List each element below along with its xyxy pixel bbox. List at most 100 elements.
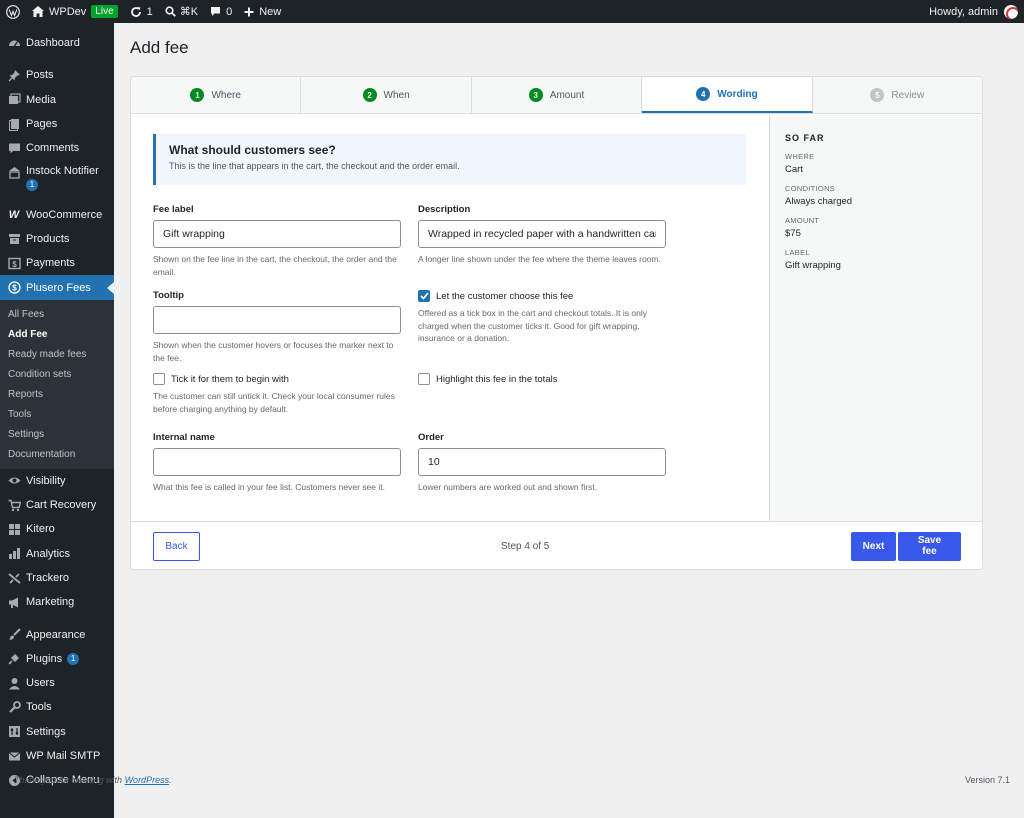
highlight-checkbox[interactable] bbox=[418, 373, 430, 385]
step-notice: What should customers see? This is the l… bbox=[153, 134, 746, 185]
step-number: 4 bbox=[696, 87, 711, 101]
menu-item-trackero[interactable]: Trackero bbox=[0, 566, 114, 590]
tick-default-field: Tick it for them to begin with The custo… bbox=[153, 373, 401, 415]
new-content-menu[interactable]: New bbox=[238, 0, 287, 23]
submenu-tools[interactable]: Tools bbox=[0, 405, 114, 425]
menu-item-payments[interactable]: $ Payments bbox=[0, 251, 114, 275]
highlight-label: Highlight this fee in the totals bbox=[436, 373, 558, 385]
media-icon bbox=[7, 93, 21, 107]
tick-default-checkbox[interactable] bbox=[153, 373, 165, 385]
site-name-menu[interactable]: WPDev Live bbox=[26, 0, 124, 23]
customer-choose-checkbox-row[interactable]: Let the customer choose this fee bbox=[418, 290, 673, 302]
tooltip-input[interactable] bbox=[153, 306, 401, 334]
order-input[interactable] bbox=[418, 448, 666, 476]
fee-label-label: Fee label bbox=[153, 204, 194, 215]
step-where[interactable]: 1 Where bbox=[131, 77, 302, 113]
save-fee-button[interactable]: Save fee bbox=[898, 531, 961, 561]
menu-item-settings[interactable]: Settings bbox=[0, 720, 114, 744]
airplane-icon bbox=[7, 571, 21, 585]
highlight-field: Highlight this fee in the totals bbox=[418, 373, 666, 385]
wordpress-logo-icon[interactable] bbox=[0, 0, 26, 23]
pages-icon bbox=[7, 117, 21, 131]
highlight-checkbox-row[interactable]: Highlight this fee in the totals bbox=[418, 373, 666, 385]
notice-subtitle: This is the line that appears in the car… bbox=[169, 161, 460, 171]
search-menu[interactable]: ⌘K bbox=[159, 0, 204, 23]
summary-where-value: Cart bbox=[785, 164, 803, 175]
step-amount[interactable]: 3 Amount bbox=[472, 77, 643, 113]
dashboard-icon bbox=[7, 36, 21, 50]
summary-conditions-value: Always charged bbox=[785, 196, 853, 207]
so-far-summary: SO FAR WHERE Cart CONDITIONS Always char… bbox=[769, 115, 982, 521]
avatar[interactable] bbox=[1004, 4, 1018, 19]
menu-item-dashboard[interactable]: Dashboard bbox=[0, 31, 114, 55]
submenu-all-fees[interactable]: All Fees bbox=[0, 305, 114, 325]
submenu-settings[interactable]: Settings bbox=[0, 425, 114, 445]
instock-badge: 1 bbox=[26, 179, 38, 192]
tick-default-checkbox-row[interactable]: Tick it for them to begin with bbox=[153, 373, 401, 385]
back-button[interactable]: Back bbox=[153, 531, 200, 561]
notice-title: What should customers see? bbox=[169, 143, 336, 157]
menu-item-woocommerce[interactable]: W WooCommerce bbox=[0, 202, 114, 226]
menu-item-instock-notifier[interactable]: Instock Notifier 1 bbox=[0, 160, 114, 194]
step-number: 5 bbox=[870, 88, 885, 102]
menu-label: Visibility bbox=[26, 474, 66, 487]
submenu-reports[interactable]: Reports bbox=[0, 385, 114, 405]
menu-item-posts[interactable]: Posts bbox=[0, 63, 114, 87]
menu-item-media[interactable]: Media bbox=[0, 88, 114, 112]
step-label: Where bbox=[211, 89, 241, 101]
submenu-ready-made-fees[interactable]: Ready made fees bbox=[0, 345, 114, 365]
my-account-menu[interactable]: Howdy, admin bbox=[929, 6, 998, 18]
customer-choose-checkbox[interactable] bbox=[418, 290, 430, 302]
menu-item-marketing[interactable]: Marketing bbox=[0, 590, 114, 614]
description-label: Description bbox=[418, 204, 471, 215]
bar-chart-icon bbox=[7, 547, 21, 561]
order-field: Order Lower numbers are worked out and s… bbox=[418, 432, 666, 494]
menu-label: Posts bbox=[26, 69, 54, 82]
footer-thanks-prefix: Thank you for creating with bbox=[14, 775, 125, 785]
submenu-add-fee[interactable]: Add Fee bbox=[0, 325, 114, 345]
menu-label: Trackero bbox=[26, 572, 69, 584]
step-label: Amount bbox=[549, 89, 585, 101]
menu-item-plusero-fees[interactable]: $ Plusero Fees bbox=[0, 275, 114, 300]
footer-thanks-suffix: . bbox=[169, 775, 172, 785]
wordpress-link[interactable]: WordPress bbox=[125, 775, 170, 785]
menu-item-appearance[interactable]: Appearance bbox=[0, 622, 114, 646]
menu-label: Marketing bbox=[26, 596, 75, 609]
menu-label: Users bbox=[26, 677, 55, 690]
internal-name-input[interactable] bbox=[153, 448, 401, 476]
menu-item-analytics[interactable]: Analytics bbox=[0, 542, 114, 566]
site-name: WPDev bbox=[49, 5, 87, 18]
menu-item-wp-mail-smtp[interactable]: WP Mail SMTP bbox=[0, 744, 114, 768]
fee-label-field: Fee label Shown on the fee line in the c… bbox=[153, 204, 401, 278]
updates-menu[interactable]: 1 bbox=[124, 0, 159, 23]
plus-icon bbox=[244, 7, 254, 17]
menu-item-comments[interactable]: Comments bbox=[0, 136, 114, 160]
plug-icon bbox=[7, 652, 21, 666]
description-field: Description A longer line shown under th… bbox=[418, 204, 666, 266]
submenu-condition-sets[interactable]: Condition sets bbox=[0, 365, 114, 385]
comments-menu[interactable]: 0 bbox=[204, 0, 238, 23]
menu-item-tools[interactable]: Tools bbox=[0, 695, 114, 719]
menu-item-cart-recovery[interactable]: Cart Recovery bbox=[0, 493, 114, 517]
menu-item-products[interactable]: Products bbox=[0, 227, 114, 251]
submenu-documentation[interactable]: Documentation bbox=[0, 445, 114, 465]
admin-bar: WPDev Live 1 ⌘K 0 New Howdy, admin bbox=[0, 0, 1024, 23]
menu-item-users[interactable]: Users bbox=[0, 671, 114, 695]
step-wording[interactable]: 4 Wording bbox=[642, 77, 813, 113]
new-label: New bbox=[259, 5, 282, 18]
step-label: When bbox=[383, 89, 410, 101]
menu-label: Plusero Fees bbox=[26, 281, 91, 294]
wording-form: What should customers see? This is the l… bbox=[131, 115, 769, 521]
menu-item-visibility[interactable]: Visibility bbox=[0, 469, 114, 493]
fee-label-input[interactable] bbox=[153, 220, 401, 248]
next-button[interactable]: Next bbox=[851, 531, 896, 561]
menu-item-kitero[interactable]: Kitero bbox=[0, 517, 114, 541]
updates-icon bbox=[130, 6, 142, 18]
description-input[interactable] bbox=[418, 220, 666, 248]
menu-item-plugins[interactable]: Plugins 1 bbox=[0, 647, 114, 671]
fee-wizard-card: 1 Where 2 When 3 Amount 4 Wording 5 Revi… bbox=[130, 76, 983, 570]
step-review[interactable]: 5 Review bbox=[813, 77, 982, 113]
step-when[interactable]: 2 When bbox=[301, 77, 472, 113]
menu-item-pages[interactable]: Pages bbox=[0, 112, 114, 136]
menu-label: WP Mail SMTP bbox=[26, 750, 101, 763]
